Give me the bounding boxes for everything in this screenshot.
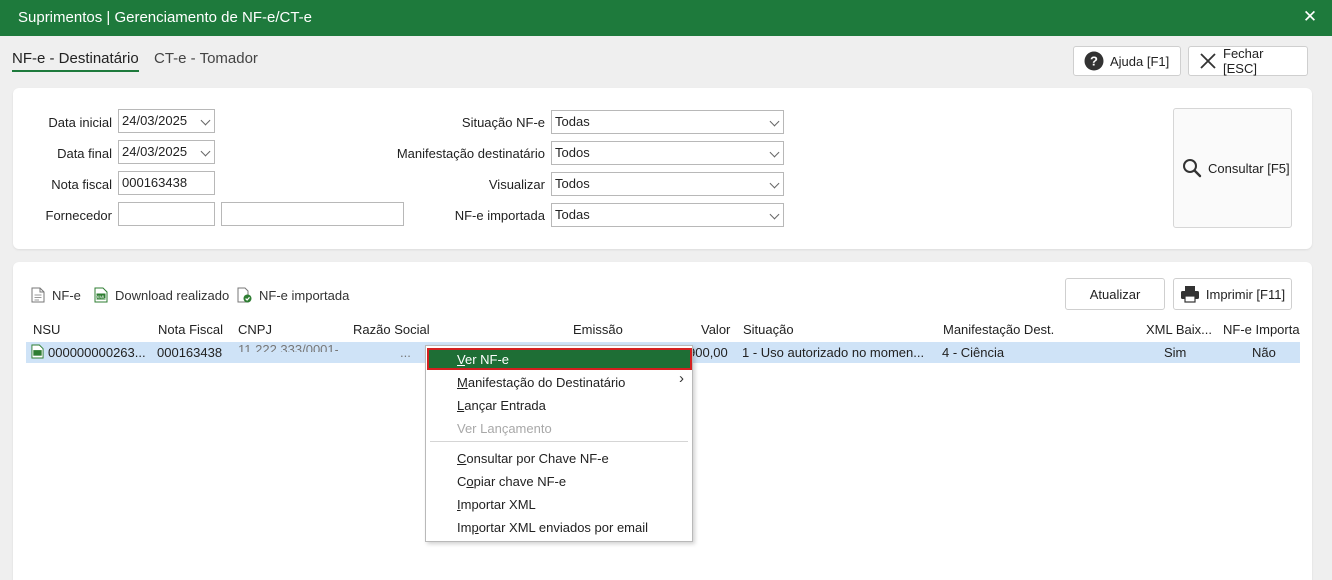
- manifestacao-value: Todos: [555, 145, 590, 160]
- menu-item-manifestacao[interactable]: Manifestação do Destinatário: [457, 375, 625, 390]
- atualizar-label: Atualizar: [1089, 286, 1141, 302]
- manifestacao-label: Manifestação destinatário: [396, 146, 545, 161]
- legend-importada-label: NF-e importada: [259, 287, 350, 303]
- visualizar-value: Todos: [555, 176, 590, 191]
- close-window-icon[interactable]: ✕: [1300, 7, 1320, 27]
- menu-item-copiar-chave[interactable]: Copiar chave NF-e: [457, 474, 566, 489]
- chevron-down-icon: [769, 178, 780, 189]
- data-final-value: 24/03/2025: [122, 144, 188, 159]
- chevron-down-icon: [769, 147, 780, 158]
- menu-item-consultar-chave[interactable]: Consultar por Chave NF-e: [457, 451, 609, 466]
- col-valor[interactable]: Valor: [701, 322, 730, 337]
- legend-download-label: Download realizado: [115, 287, 230, 303]
- imprimir-label: Imprimir [F11]: [1205, 286, 1286, 302]
- svg-text:?: ?: [1090, 54, 1098, 69]
- chevron-down-icon: [769, 209, 780, 220]
- imprimir-button[interactable]: Imprimir [F11]: [1173, 278, 1292, 310]
- nota-fiscal-label: Nota fiscal: [51, 177, 112, 192]
- check-document-icon: [237, 287, 252, 303]
- legend-download: XML Download realizado: [94, 287, 229, 303]
- submenu-arrow-icon: ›: [679, 370, 684, 387]
- col-razao-social[interactable]: Razão Social: [353, 322, 430, 337]
- xml-file-icon: [31, 344, 44, 359]
- window-title: Suprimentos | Gerenciamento de NF-e/CT-e: [18, 9, 313, 26]
- tab-nfe-destinatario[interactable]: NF-e - Destinatário: [12, 50, 139, 72]
- situacao-label: Situação NF-e: [461, 115, 545, 130]
- data-inicial-label: Data inicial: [48, 115, 112, 130]
- search-icon: [1182, 158, 1202, 178]
- cell-nsu: 000000000263...: [48, 345, 146, 360]
- menu-item-importar-xml-email[interactable]: Importar XML enviados por email: [457, 520, 648, 535]
- legend-nfe: NF-e: [31, 287, 81, 303]
- tab-cte-tomador[interactable]: CT-e - Tomador: [154, 50, 258, 67]
- consultar-label: Consultar [F5]: [1208, 160, 1290, 176]
- data-inicial-field[interactable]: 24/03/2025: [118, 109, 215, 133]
- fornecedor-name-field[interactable]: [221, 202, 404, 226]
- close-button[interactable]: Fechar [ESC]: [1188, 46, 1308, 76]
- situacao-select[interactable]: Todas: [551, 110, 784, 134]
- manifestacao-select[interactable]: Todos: [551, 141, 784, 165]
- nota-fiscal-value: 000163438: [122, 175, 188, 190]
- close-label: Fechar [ESC]: [1223, 46, 1264, 76]
- col-xml-baixado[interactable]: XML Baix...: [1146, 322, 1212, 337]
- consultar-button[interactable]: Consultar [F5]: [1173, 108, 1292, 228]
- cell-cnpj: 11.222.333/0001-72: [238, 342, 338, 352]
- printer-icon: [1180, 285, 1200, 303]
- cell-valor: 900,00: [688, 345, 728, 360]
- col-nsu[interactable]: NSU: [33, 322, 60, 337]
- col-situacao[interactable]: Situação: [743, 322, 794, 337]
- menu-separator: [430, 441, 688, 442]
- col-cnpj[interactable]: CNPJ: [238, 322, 272, 337]
- importada-label: NF-e importada: [454, 208, 545, 223]
- menu-item-ver-lancamento: Ver Lançamento: [457, 421, 552, 436]
- document-icon: [31, 287, 45, 303]
- legend-nfe-label: NF-e: [52, 287, 81, 303]
- data-final-label: Data final: [57, 146, 112, 161]
- cell-manifestacao: 4 - Ciência: [942, 345, 1005, 360]
- chevron-down-icon: [769, 116, 780, 127]
- help-icon: ?: [1084, 51, 1104, 71]
- cell-importada: Não: [1252, 345, 1276, 360]
- menu-item-importar-xml[interactable]: Importar XML: [457, 497, 536, 512]
- importada-value: Todas: [555, 207, 590, 222]
- visualizar-select[interactable]: Todos: [551, 172, 784, 196]
- menu-item-lancar-entrada[interactable]: Lançar Entrada: [457, 398, 546, 413]
- help-button[interactable]: ? Ajuda [F1]: [1073, 46, 1181, 76]
- fornecedor-code-field[interactable]: [118, 202, 215, 226]
- cell-situacao: 1 - Uso autorizado no momen...: [742, 345, 925, 360]
- col-emissao[interactable]: Emissão: [573, 322, 623, 337]
- col-manifestacao[interactable]: Manifestação Dest.: [943, 322, 1054, 337]
- chevron-down-icon: [200, 146, 211, 157]
- menu-item-ver-nfe[interactable]: Ver NF-e: [457, 352, 509, 367]
- data-inicial-value: 24/03/2025: [122, 113, 188, 128]
- data-final-field[interactable]: 24/03/2025: [118, 140, 215, 164]
- cell-nota: 000163438: [157, 345, 223, 360]
- context-menu: Ver NF-e Manifestação do Destinatário › …: [425, 345, 693, 542]
- importada-select[interactable]: Todas: [551, 203, 784, 227]
- col-nota-fiscal[interactable]: Nota Fiscal: [158, 322, 223, 337]
- visualizar-label: Visualizar: [488, 177, 545, 192]
- legend-importada: NF-e importada: [237, 287, 349, 303]
- chevron-down-icon: [200, 115, 211, 126]
- situacao-value: Todas: [555, 114, 590, 129]
- cell-razao: ...: [400, 345, 411, 360]
- help-label: Ajuda [F1]: [1110, 53, 1170, 69]
- title-bar: Suprimentos | Gerenciamento de NF-e/CT-e…: [0, 0, 1332, 36]
- cell-xml: Sim: [1164, 345, 1187, 360]
- atualizar-button[interactable]: Atualizar: [1065, 278, 1165, 310]
- close-icon: [1199, 52, 1217, 70]
- nota-fiscal-field[interactable]: 000163438: [118, 171, 215, 195]
- svg-text:XML: XML: [96, 294, 106, 299]
- col-nfe-importada[interactable]: NF-e Importa...: [1223, 322, 1300, 337]
- fornecedor-label: Fornecedor: [45, 208, 112, 223]
- xml-file-icon: XML: [94, 287, 108, 303]
